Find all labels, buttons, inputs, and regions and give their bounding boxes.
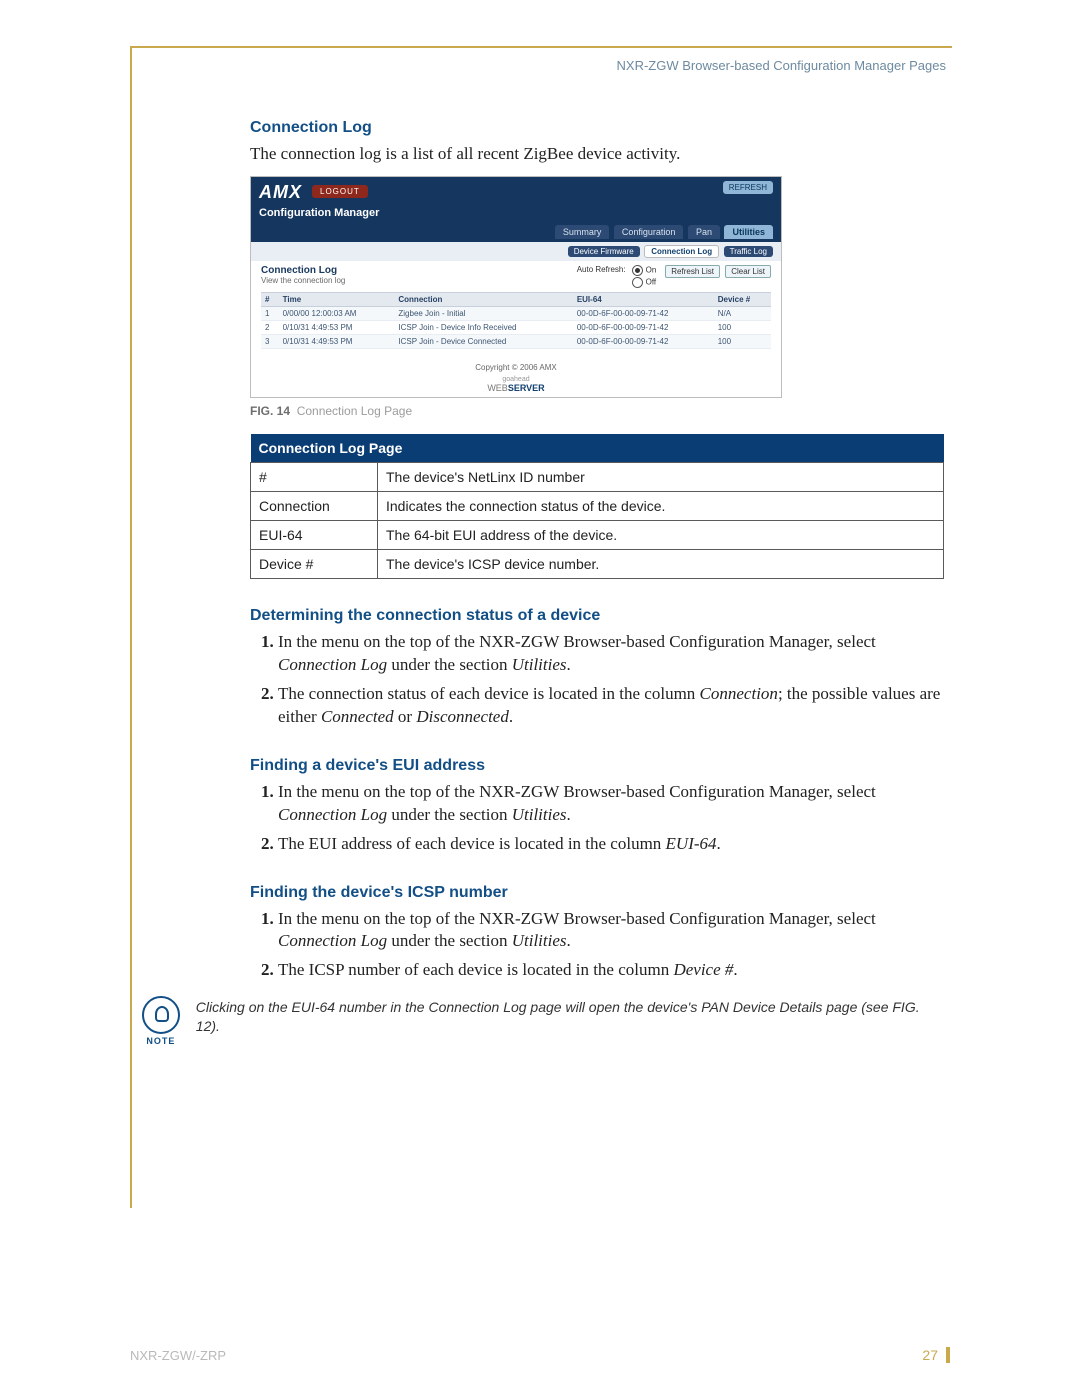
radio-on[interactable] [632, 265, 643, 276]
steps-eui: In the menu on the top of the NXR-ZGW Br… [250, 781, 944, 856]
secondary-tabs: Device Firmware Connection Log Traffic L… [251, 242, 781, 261]
list-item: In the menu on the top of the NXR-ZGW Br… [278, 781, 944, 827]
col-dev: Device # [714, 292, 771, 306]
h-eui: Finding a device's EUI address [250, 757, 944, 775]
shot-panel: Connection Log View the connection log A… [251, 261, 781, 359]
page-number: 27 [922, 1347, 950, 1363]
table-row: # The device's NetLinx ID number [251, 462, 944, 491]
logout-button[interactable]: LOGOUT [312, 185, 368, 198]
shot-webserver: goahead WEBSERVER [251, 374, 781, 397]
list-item: In the menu on the top of the NXR-ZGW Br… [278, 908, 944, 954]
figure-title: Connection Log Page [297, 404, 412, 418]
note-icon: NOTE [140, 996, 182, 1046]
table-row: Connection Indicates the connection stat… [251, 491, 944, 520]
panel-title: Connection Log [261, 265, 345, 276]
col-eui: EUI-64 [573, 292, 714, 306]
figure-caption: FIG. 14 Connection Log Page [250, 404, 944, 418]
list-item: The ICSP number of each device is locate… [278, 959, 944, 982]
note-text: Clicking on the EUI-64 number in the Con… [196, 996, 944, 1036]
radio-on-label: On [646, 266, 657, 275]
eui-link[interactable]: 00-0D-6F-00-00-09-71-42 [573, 306, 714, 320]
panel-head: Connection Log View the connection log A… [261, 265, 771, 288]
page-footer: NXR-ZGW/-ZRP 27 [130, 1347, 950, 1363]
steps-icsp: In the menu on the top of the NXR-ZGW Br… [250, 908, 944, 983]
col-time: Time [279, 292, 395, 306]
defs-table: Connection Log Page # The device's NetLi… [250, 434, 944, 579]
list-item: The EUI address of each device is locate… [278, 833, 944, 856]
h-determining: Determining the connection status of a d… [250, 607, 944, 625]
list-item: The connection status of each device is … [278, 683, 944, 729]
webserver-web: WEB [487, 383, 508, 393]
tab-device-firmware[interactable]: Device Firmware [568, 246, 640, 257]
shot-copyright: Copyright © 2006 AMX [251, 359, 781, 374]
table-row: 1 0/00/00 12:00:03 AM Zigbee Join - Init… [261, 306, 771, 320]
auto-refresh-label: Auto Refresh: [577, 265, 626, 274]
table-row: Device # The device's ICSP device number… [251, 549, 944, 578]
table-row: EUI-64 The 64-bit EUI address of the dev… [251, 520, 944, 549]
refresh-list-button[interactable]: Refresh List [665, 265, 720, 278]
shot-topbar: AMX LOGOUT REFRESH [251, 177, 781, 207]
connection-log-table: # Time Connection EUI-64 Device # 1 0/00… [261, 292, 771, 349]
page-frame: NXR-ZGW Browser-based Configuration Mana… [130, 46, 952, 1208]
tab-traffic-log[interactable]: Traffic Log [724, 246, 773, 257]
defs-title: Connection Log Page [251, 434, 944, 463]
col-n: # [261, 292, 279, 306]
table-row: 3 0/10/31 4:49:53 PM ICSP Join - Device … [261, 334, 771, 348]
radio-off[interactable] [632, 277, 643, 288]
goahead-label: goahead [251, 376, 781, 383]
lightbulb-icon [142, 996, 180, 1034]
steps-determining: In the menu on the top of the NXR-ZGW Br… [250, 631, 944, 729]
running-head: NXR-ZGW Browser-based Configuration Mana… [132, 48, 952, 73]
panel-sub: View the connection log [261, 276, 345, 285]
note-label: NOTE [140, 1036, 182, 1046]
table-row: 2 0/10/31 4:49:53 PM ICSP Join - Device … [261, 320, 771, 334]
h-connection-log: Connection Log [250, 119, 944, 137]
tab-configuration[interactable]: Configuration [614, 225, 684, 239]
clear-list-button[interactable]: Clear List [725, 265, 771, 278]
col-conn: Connection [394, 292, 572, 306]
figure-number: FIG. 14 [250, 404, 290, 418]
page-content: Connection Log The connection log is a l… [132, 73, 952, 1046]
auto-refresh: Auto Refresh: On Off Refresh List Clear … [577, 265, 771, 288]
tab-summary[interactable]: Summary [555, 225, 610, 239]
note-block: NOTE Clicking on the EUI-64 number in th… [140, 996, 944, 1046]
list-item: In the menu on the top of the NXR-ZGW Br… [278, 631, 944, 677]
refresh-button[interactable]: REFRESH [723, 181, 773, 194]
primary-tabs: Summary Configuration Pan Utilities [251, 225, 781, 242]
h-icsp: Finding the device's ICSP number [250, 884, 944, 902]
tab-connection-log[interactable]: Connection Log [644, 245, 719, 258]
tab-pan[interactable]: Pan [688, 225, 720, 239]
p-connection-log: The connection log is a list of all rece… [250, 143, 944, 166]
eui-link[interactable]: 00-0D-6F-00-00-09-71-42 [573, 320, 714, 334]
footer-product: NXR-ZGW/-ZRP [130, 1348, 226, 1363]
webserver-server: SERVER [508, 383, 545, 393]
amx-logo: AMX [259, 183, 302, 201]
shot-subtitle: Configuration Manager [251, 207, 781, 225]
eui-link[interactable]: 00-0D-6F-00-00-09-71-42 [573, 334, 714, 348]
radio-off-label: Off [646, 278, 657, 287]
embedded-screenshot: AMX LOGOUT REFRESH Configuration Manager… [250, 176, 782, 398]
tab-utilities[interactable]: Utilities [724, 225, 773, 239]
